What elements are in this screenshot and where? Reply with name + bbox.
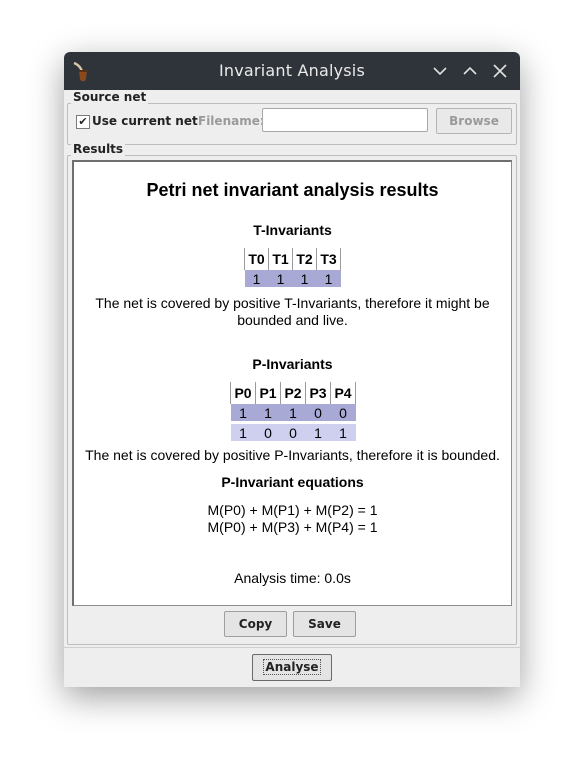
analysis-time: Analysis time: 0.0s bbox=[234, 570, 351, 586]
filename-label: Filename: bbox=[198, 114, 265, 128]
copy-button[interactable]: Copy bbox=[224, 611, 287, 637]
t-header-cell: T2 bbox=[292, 248, 317, 270]
t-invariants-note: The net is covered by positive T-Invaria… bbox=[95, 295, 490, 328]
browse-button[interactable]: Browse bbox=[436, 108, 512, 134]
analyse-button[interactable]: Analyse bbox=[252, 654, 332, 681]
t-value-cell: 1 bbox=[244, 270, 269, 287]
p-value-cell: 0 bbox=[305, 404, 331, 421]
results-title: Petri net invariant analysis results bbox=[146, 180, 439, 200]
divider bbox=[64, 647, 520, 648]
p-header-cell: P0 bbox=[230, 382, 256, 404]
close-icon[interactable] bbox=[491, 62, 509, 80]
filename-input[interactable] bbox=[262, 108, 428, 132]
p-invariants-table: P0 P1 P2 P3 P4 1 1 1 0 0 1 0 0 1 1 bbox=[230, 382, 356, 441]
results-legend: Results bbox=[71, 142, 126, 156]
p-value-cell: 1 bbox=[280, 404, 306, 421]
t-value-cell: 1 bbox=[268, 270, 293, 287]
use-current-net-checkbox[interactable]: ✔ bbox=[76, 115, 90, 129]
t-header-cell: T1 bbox=[268, 248, 293, 270]
use-current-net-label[interactable]: Use current net bbox=[92, 114, 198, 128]
maximize-icon[interactable] bbox=[461, 62, 479, 80]
p-header-cell: P1 bbox=[255, 382, 281, 404]
analyse-button-label: Analyse bbox=[263, 659, 321, 675]
p-value-cell: 1 bbox=[255, 404, 281, 421]
p-value-cell: 0 bbox=[280, 424, 306, 441]
p-value-cell: 1 bbox=[230, 424, 256, 441]
p-header-cell: P2 bbox=[280, 382, 306, 404]
p-value-cell: 1 bbox=[305, 424, 331, 441]
equation-line: M(P0) + M(P1) + M(P2) = 1 bbox=[207, 502, 378, 518]
t-header-cell: T3 bbox=[316, 248, 341, 270]
window-title: Invariant Analysis bbox=[219, 61, 365, 80]
minimize-icon[interactable] bbox=[431, 62, 449, 80]
equation-line: M(P0) + M(P3) + M(P4) = 1 bbox=[207, 519, 378, 535]
t-invariants-table: T0 T1 T2 T3 1 1 1 1 bbox=[244, 248, 341, 287]
p-invariants-heading: P-Invariants bbox=[252, 356, 333, 372]
equations-heading: P-Invariant equations bbox=[221, 474, 364, 490]
save-button[interactable]: Save bbox=[293, 611, 356, 637]
source-net-legend: Source net bbox=[71, 90, 149, 104]
t-value-cell: 1 bbox=[316, 270, 341, 287]
p-header-cell: P3 bbox=[305, 382, 331, 404]
t-invariants-heading: T-Invariants bbox=[253, 222, 332, 238]
p-value-cell: 1 bbox=[330, 424, 356, 441]
p-value-cell: 1 bbox=[230, 404, 256, 421]
p-invariants-note: The net is covered by positive P-Invaria… bbox=[85, 447, 500, 463]
t-value-cell: 1 bbox=[292, 270, 317, 287]
results-panel[interactable]: Petri net invariant analysis results T-I… bbox=[72, 160, 512, 606]
p-value-cell: 0 bbox=[255, 424, 281, 441]
invariant-analysis-window: Invariant Analysis Source net ✔ Use curr… bbox=[64, 52, 520, 687]
title-bar[interactable]: Invariant Analysis bbox=[64, 52, 520, 90]
t-header-cell: T0 bbox=[244, 248, 269, 270]
p-header-cell: P4 bbox=[330, 382, 356, 404]
p-value-cell: 0 bbox=[330, 404, 356, 421]
